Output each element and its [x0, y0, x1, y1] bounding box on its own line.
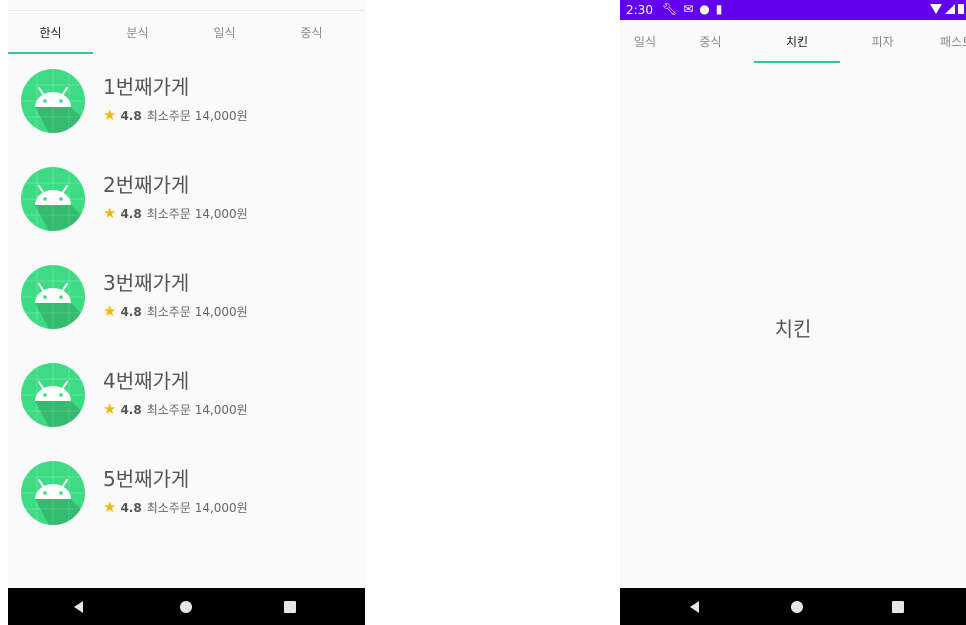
list-item[interactable]: 2번째가게 ★ 4.8 최소주문 14,000원	[8, 167, 365, 265]
tab-label: 한식	[39, 25, 62, 40]
store-min-order: 최소주문 14,000원	[146, 501, 248, 515]
sd-card-icon: ▮	[715, 2, 723, 16]
tab-label: 일식	[213, 25, 236, 40]
tab-label: 중식	[300, 25, 323, 40]
store-meta: ★ 4.8 최소주문 14,000원	[103, 499, 248, 516]
list-item[interactable]: 5번째가게 ★ 4.8 최소주문 14,000원	[8, 461, 365, 559]
tab-japanese[interactable]: 일식	[182, 11, 267, 53]
store-min-order: 최소주문 14,000원	[146, 305, 248, 319]
home-button[interactable]	[166, 588, 206, 625]
signal-icon	[945, 3, 955, 14]
store-rating: 4.8	[120, 108, 142, 123]
tab-snack[interactable]: 분식	[95, 11, 180, 53]
notification-icons: 🔧︎ ✉︎ ● ▮	[662, 2, 722, 16]
list-item[interactable]: 4번째가게 ★ 4.8 최소주문 14,000원	[8, 363, 365, 461]
home-circle-icon	[180, 600, 192, 613]
tab-label: 피자	[871, 34, 894, 49]
recents-square-icon	[284, 600, 296, 613]
home-button[interactable]	[777, 588, 817, 625]
back-button[interactable]	[58, 588, 98, 625]
store-name: 1번째가게	[103, 75, 190, 99]
store-meta: ★ 4.8 최소주문 14,000원	[103, 303, 248, 320]
android-robot-icon	[21, 363, 85, 427]
list-item[interactable]: 3번째가게 ★ 4.8 최소주문 14,000원	[8, 265, 365, 363]
tab-label: 치킨	[785, 34, 809, 49]
store-name: 2번째가게	[103, 173, 190, 197]
tab-label: 일식	[633, 34, 656, 49]
recents-square-icon	[892, 600, 904, 613]
store-min-order: 최소주문 14,000원	[146, 403, 248, 417]
page-content-label: 치킨	[774, 317, 812, 341]
tab-chinese[interactable]: 중식	[269, 11, 354, 53]
star-icon: ★	[103, 302, 117, 320]
tab-label: 중식	[699, 34, 722, 49]
android-robot-icon	[21, 461, 85, 525]
list-item[interactable]: 1번째가게 ★ 4.8 최소주문 14,000원	[8, 69, 365, 167]
tab-label: 분식	[126, 25, 149, 40]
category-tab-bar: 한식 분식 일식 중식	[8, 10, 365, 54]
circle-notification-icon: ●	[699, 2, 710, 16]
navigation-bar	[8, 588, 365, 625]
back-button[interactable]	[674, 588, 714, 625]
category-tab-bar: 일식 중식 치킨 피자 패스트	[620, 20, 966, 63]
android-robot-icon	[21, 167, 85, 231]
tab-pizza[interactable]: 피자	[840, 20, 925, 62]
tab-fastfood[interactable]: 패스트	[926, 20, 966, 62]
recents-button[interactable]	[270, 588, 310, 625]
tab-indicator	[8, 52, 93, 54]
status-bar: 2:30 🔧︎ ✉︎ ● ▮	[620, 0, 966, 20]
tab-chicken[interactable]: 치킨	[754, 20, 840, 62]
store-name: 4번째가게	[103, 369, 190, 393]
tab-korean[interactable]: 한식	[8, 11, 93, 53]
store-name: 3번째가게	[103, 271, 190, 295]
tab-indicator	[754, 61, 840, 63]
star-icon: ★	[103, 106, 117, 124]
star-icon: ★	[103, 400, 117, 418]
home-circle-icon	[791, 600, 803, 613]
store-rating: 4.8	[120, 500, 142, 515]
star-icon: ★	[103, 498, 117, 516]
wifi-icon	[930, 3, 942, 14]
navigation-bar	[620, 588, 966, 625]
recents-button[interactable]	[878, 588, 918, 625]
store-rating: 4.8	[120, 402, 142, 417]
store-meta: ★ 4.8 최소주문 14,000원	[103, 401, 248, 418]
store-rating: 4.8	[120, 304, 142, 319]
mail-icon: ✉︎	[683, 2, 694, 16]
store-min-order: 최소주문 14,000원	[146, 207, 248, 221]
system-status-icons	[930, 3, 964, 14]
store-meta: ★ 4.8 최소주문 14,000원	[103, 205, 248, 222]
store-name: 5번째가게	[103, 467, 190, 491]
star-icon: ★	[103, 204, 117, 222]
battery-icon	[958, 4, 964, 14]
tab-chinese[interactable]: 중식	[668, 20, 753, 62]
status-time: 2:30	[626, 3, 653, 17]
wrench-icon: 🔧︎	[662, 2, 678, 16]
tab-label: 패스트	[940, 34, 966, 49]
store-rating: 4.8	[120, 206, 142, 221]
left-phone-screen: 한식 분식 일식 중식 1번째가게 ★ 4.8 최소주문 14,000원 2번째…	[8, 0, 365, 625]
android-robot-icon	[21, 265, 85, 329]
right-phone-screen: 2:30 🔧︎ ✉︎ ● ▮ 일식 중식 치킨 피자 패스트 치킨	[620, 0, 966, 625]
android-robot-icon	[21, 69, 85, 133]
back-triangle-icon	[689, 600, 699, 613]
store-min-order: 최소주문 14,000원	[146, 109, 248, 123]
tab-japanese[interactable]: 일식	[620, 20, 656, 62]
store-meta: ★ 4.8 최소주문 14,000원	[103, 107, 248, 124]
back-triangle-icon	[73, 600, 83, 613]
